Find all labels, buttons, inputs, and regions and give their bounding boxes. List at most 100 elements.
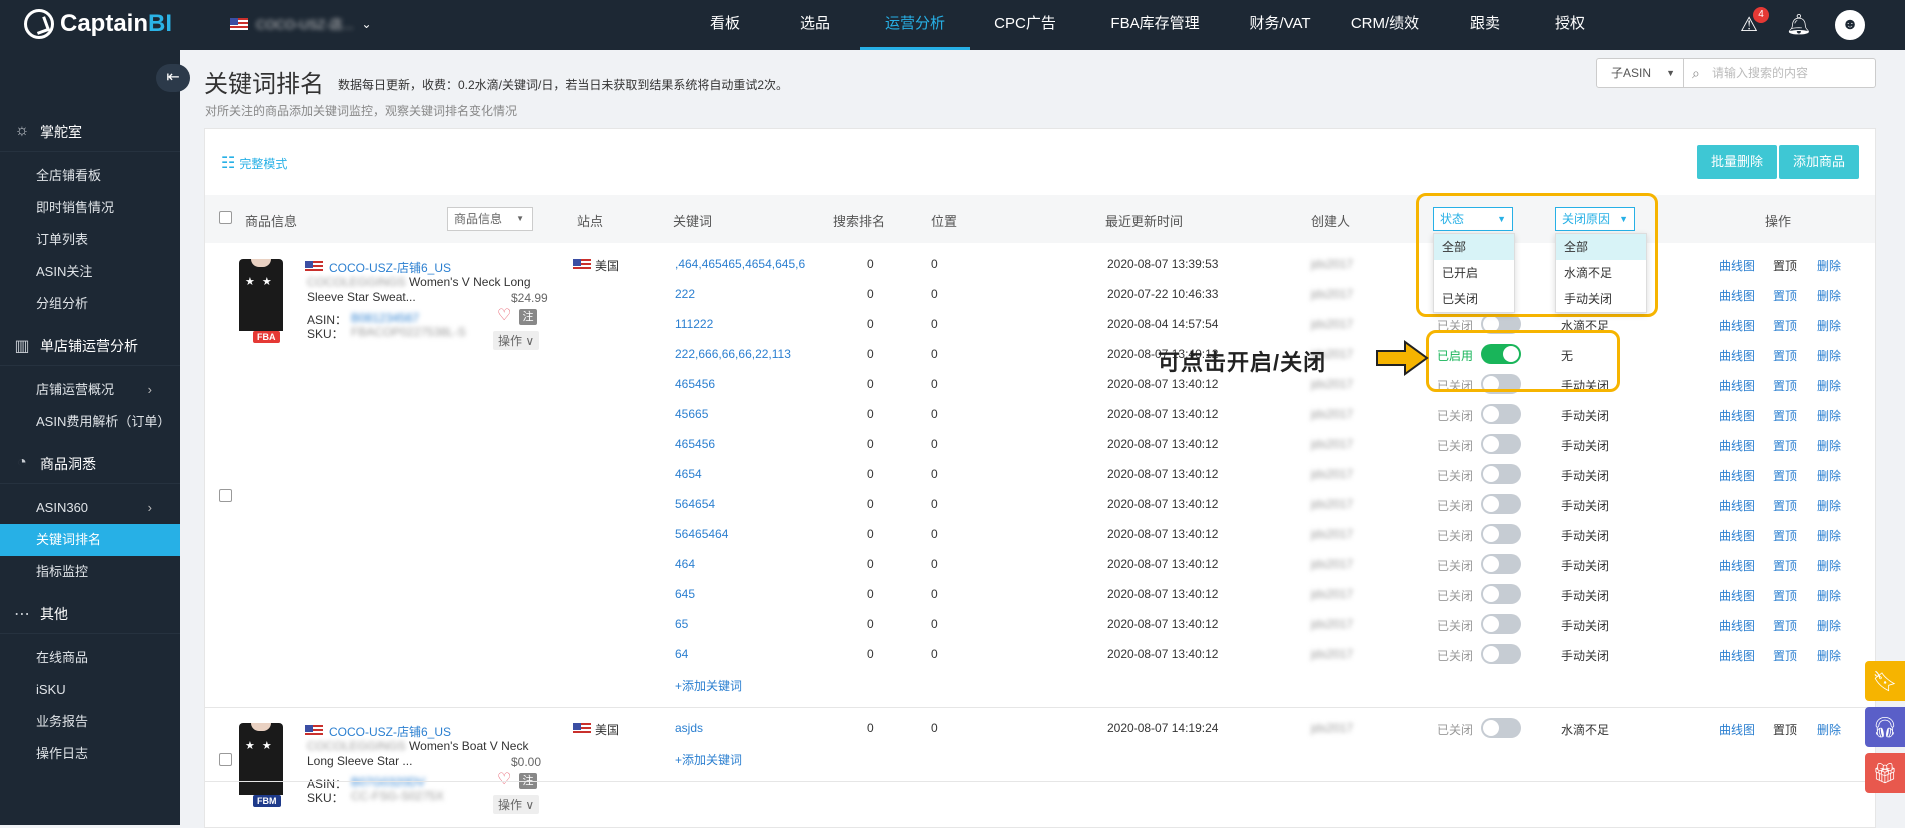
alert-bell-icon[interactable]: ⚠ 4 (1735, 7, 1769, 39)
add-keyword-link[interactable]: +添加关键词 (675, 677, 742, 694)
delete-link[interactable]: 删除 (1817, 497, 1841, 514)
nav-item-3[interactable]: CPC广告 (970, 0, 1080, 50)
chart-link[interactable]: 曲线图 (1719, 557, 1755, 574)
delete-link[interactable]: 删除 (1817, 647, 1841, 664)
delete-link[interactable]: 删除 (1817, 437, 1841, 454)
full-mode-toggle[interactable]: ☷ 完整模式 (221, 153, 287, 173)
search-input[interactable]: ⌕ 请输入搜索的内容 (1684, 58, 1876, 88)
pin-top-link[interactable]: 置顶 (1773, 587, 1797, 604)
nav-item-4[interactable]: FBA库存管理 (1080, 0, 1230, 50)
status-toggle[interactable] (1481, 644, 1521, 664)
add-keyword-link[interactable]: +添加关键词 (675, 751, 742, 768)
chart-link[interactable]: 曲线图 (1719, 347, 1755, 364)
chart-link[interactable]: 曲线图 (1719, 527, 1755, 544)
chart-link[interactable]: 曲线图 (1719, 587, 1755, 604)
keyword-link[interactable]: 465456 (675, 437, 715, 451)
keyword-link[interactable]: 65 (675, 617, 688, 631)
avatar[interactable]: ☻ (1835, 10, 1865, 40)
pin-top-link[interactable]: 置顶 (1773, 377, 1797, 394)
chart-link[interactable]: 曲线图 (1719, 257, 1755, 274)
delete-link[interactable]: 删除 (1817, 467, 1841, 484)
bookmark-icon[interactable]: 🔖︎ (1865, 661, 1905, 701)
chart-link[interactable]: 曲线图 (1719, 467, 1755, 484)
shop-select[interactable]: COCO-USZ-店... ⌄ (230, 14, 372, 33)
keyword-link[interactable]: 4654 (675, 467, 702, 481)
sidebar-group-2[interactable]: ◔ 商品洞悉 (0, 444, 180, 484)
pin-top-link[interactable]: 置顶 (1773, 437, 1797, 454)
sidebar-item-1-0[interactable]: 店铺运营概况 › (0, 374, 180, 406)
keyword-link[interactable]: asjds (675, 721, 703, 735)
asin-value[interactable]: B07G0320DV (351, 775, 425, 789)
sidebar-item-3-3[interactable]: 操作日志 (0, 738, 180, 770)
sidebar-item-0-0[interactable]: 全店铺看板 (0, 160, 180, 192)
nav-item-0[interactable]: 看板 (680, 0, 770, 50)
keyword-link[interactable]: ,464,465465,4654,645,6 (675, 257, 805, 271)
pin-top-link[interactable]: 置顶 (1773, 557, 1797, 574)
sidebar-item-0-3[interactable]: ASIN关注 (0, 256, 180, 288)
sidebar-item-1-1[interactable]: ASIN费用解析（订单） (0, 406, 180, 438)
delete-link[interactable]: 删除 (1817, 617, 1841, 634)
chart-link[interactable]: 曲线图 (1719, 317, 1755, 334)
keyword-link[interactable]: 464 (675, 557, 695, 571)
chart-link[interactable]: 曲线图 (1719, 497, 1755, 514)
gift-icon[interactable]: 🎁︎ (1865, 753, 1905, 793)
keyword-link[interactable]: 222,666,66,66,22,113 (675, 347, 791, 361)
status-toggle[interactable] (1481, 614, 1521, 634)
status-toggle[interactable] (1481, 524, 1521, 544)
sidebar-item-0-1[interactable]: 即时销售情况 (0, 192, 180, 224)
sidebar-item-2-0[interactable]: ASIN360 › (0, 492, 180, 524)
pin-top-link[interactable]: 置顶 (1773, 317, 1797, 334)
chart-link[interactable]: 曲线图 (1719, 437, 1755, 454)
delete-link[interactable]: 删除 (1817, 317, 1841, 334)
product-action-button[interactable]: 操作 ∨ (493, 795, 540, 814)
batch-delete-button[interactable]: 批量删除 (1697, 145, 1778, 179)
sidebar-item-0-4[interactable]: 分组分析 (0, 288, 180, 320)
delete-link[interactable]: 删除 (1817, 557, 1841, 574)
delete-link[interactable]: 删除 (1817, 407, 1841, 424)
chart-link[interactable]: 曲线图 (1719, 647, 1755, 664)
keyword-link[interactable]: 45665 (675, 407, 708, 421)
keyword-link[interactable]: 111222 (675, 317, 713, 331)
nav-item-2[interactable]: 运营分析 (860, 0, 970, 50)
chart-link[interactable]: 曲线图 (1719, 617, 1755, 634)
pin-top-link[interactable]: 置顶 (1773, 467, 1797, 484)
chart-link[interactable]: 曲线图 (1719, 287, 1755, 304)
nav-item-7[interactable]: 跟卖 (1440, 0, 1530, 50)
sidebar-item-2-1[interactable]: 关键词排名 (0, 524, 180, 556)
status-option-1[interactable]: 已开启 (1434, 260, 1514, 286)
chart-link[interactable]: 曲线图 (1719, 407, 1755, 424)
nav-item-5[interactable]: 财务/VAT (1230, 0, 1330, 50)
reason-option-1[interactable]: 水滴不足 (1556, 260, 1646, 286)
delete-link[interactable]: 删除 (1817, 347, 1841, 364)
pin-top-link[interactable]: 置顶 (1773, 721, 1797, 738)
pin-top-link[interactable]: 置顶 (1773, 287, 1797, 304)
headset-icon[interactable]: 🎧︎ (1865, 707, 1905, 747)
delete-link[interactable]: 删除 (1817, 257, 1841, 274)
keyword-link[interactable]: 564654 (675, 497, 715, 511)
bell-icon[interactable]: 🔔︎ (1785, 11, 1813, 39)
delete-link[interactable]: 删除 (1817, 377, 1841, 394)
nav-item-1[interactable]: 选品 (770, 0, 860, 50)
keyword-link[interactable]: 645 (675, 587, 695, 601)
pin-top-link[interactable]: 置顶 (1773, 527, 1797, 544)
favorite-heart-icon[interactable]: ♡ (497, 769, 511, 789)
sidebar-item-3-2[interactable]: 业务报告 (0, 706, 180, 738)
delete-link[interactable]: 删除 (1817, 721, 1841, 738)
reason-option-2[interactable]: 手动关闭 (1556, 286, 1646, 312)
delete-link[interactable]: 删除 (1817, 287, 1841, 304)
collapse-sidebar-icon[interactable]: ⇤ (156, 64, 190, 92)
delete-link[interactable]: 删除 (1817, 587, 1841, 604)
keyword-link[interactable]: 56465464 (675, 527, 728, 541)
asin-type-select[interactable]: 子ASIN (1596, 58, 1684, 88)
pin-top-link[interactable]: 置顶 (1773, 497, 1797, 514)
pin-top-link[interactable]: 置顶 (1773, 347, 1797, 364)
pin-top-link[interactable]: 置顶 (1773, 617, 1797, 634)
chart-link[interactable]: 曲线图 (1719, 377, 1755, 394)
pin-top-link[interactable]: 置顶 (1773, 407, 1797, 424)
reason-option-0[interactable]: 全部 (1556, 234, 1646, 260)
chart-link[interactable]: 曲线图 (1719, 721, 1755, 738)
row-checkbox[interactable] (219, 753, 232, 766)
logo[interactable]: CaptainBI (24, 9, 172, 39)
status-option-0[interactable]: 全部 (1434, 234, 1514, 260)
keyword-link[interactable]: 222 (675, 287, 695, 301)
